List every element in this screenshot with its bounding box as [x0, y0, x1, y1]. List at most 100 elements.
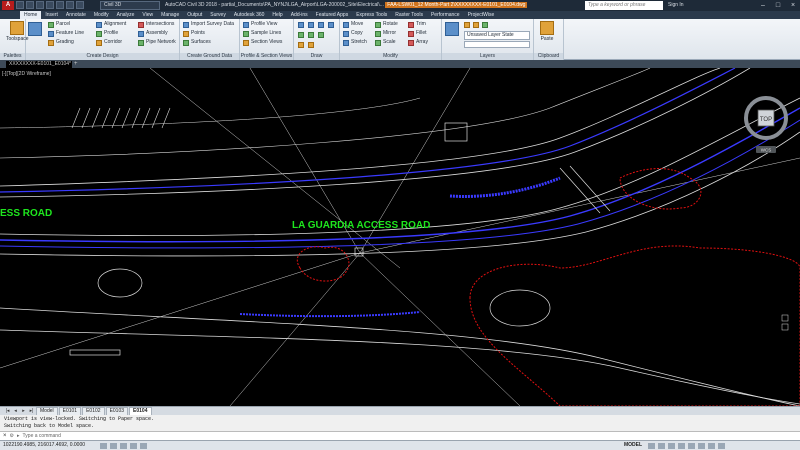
polar-icon[interactable] — [130, 443, 137, 449]
rotate-button[interactable]: Rotate — [375, 21, 398, 28]
grid-icon[interactable] — [100, 443, 107, 449]
rectangle-icon[interactable] — [298, 32, 304, 38]
save-icon[interactable] — [36, 1, 44, 9]
close-icon[interactable]: × — [786, 0, 800, 11]
intersections-button[interactable]: Intersections — [138, 21, 174, 28]
new-icon[interactable] — [16, 1, 24, 9]
tab-express-tools[interactable]: Express Tools — [352, 11, 391, 19]
undo-icon[interactable] — [66, 1, 74, 9]
layer-off-icon[interactable] — [473, 22, 479, 28]
line-icon[interactable] — [298, 22, 304, 28]
model-space-toggle[interactable]: MODEL — [624, 441, 642, 450]
isolate-objects-icon[interactable] — [688, 443, 695, 449]
profile-button[interactable]: Profile — [96, 30, 118, 37]
next-layout-icon[interactable]: ▸ — [20, 408, 27, 415]
tab-modify[interactable]: Modify — [90, 11, 113, 19]
stretch-button[interactable]: Stretch — [343, 39, 367, 46]
tab-featured-apps[interactable]: Featured Apps — [312, 11, 353, 19]
document-tab[interactable]: XXXXXXXX-E0101_E0104* — [6, 61, 72, 68]
copy-button[interactable]: Copy — [343, 30, 363, 37]
sign-in-link[interactable]: Sign In — [668, 0, 684, 11]
new-tab-icon[interactable]: + — [74, 61, 78, 68]
profile-view-button[interactable]: Profile View — [243, 21, 277, 28]
layer-isolate-icon[interactable] — [482, 22, 488, 28]
tab-insert[interactable]: Insert — [41, 11, 62, 19]
tab-help[interactable]: Help — [268, 11, 286, 19]
tab-home[interactable]: Home — [20, 11, 42, 19]
command-settings-icon[interactable]: ⚙ — [10, 433, 14, 439]
create-design-tools-icon[interactable] — [28, 22, 42, 36]
command-line[interactable]: × ⚙ ▸ Type a command — [0, 431, 800, 440]
polyline-icon[interactable] — [308, 22, 314, 28]
clean-screen-icon[interactable] — [708, 443, 715, 449]
workspace-switch-icon[interactable] — [668, 443, 675, 449]
surfaces-button[interactable]: Surfaces — [183, 39, 211, 46]
tab-raster-tools[interactable]: Raster Tools — [391, 11, 427, 19]
corridor-button[interactable]: Corridor — [96, 39, 122, 46]
open-icon[interactable] — [26, 1, 34, 9]
tab-add-ins[interactable]: Add-ins — [287, 11, 312, 19]
array-button[interactable]: Array — [408, 39, 428, 46]
tab-survey[interactable]: Survey — [206, 11, 230, 19]
section-views-button[interactable]: Section Views — [243, 39, 282, 46]
plot-icon[interactable] — [56, 1, 64, 9]
close-command-icon[interactable]: × — [3, 433, 7, 439]
tab-analyze[interactable]: Analyze — [113, 11, 139, 19]
last-layout-icon[interactable]: ▸| — [28, 408, 35, 415]
search-input[interactable]: Type a keyword or phrase — [585, 1, 663, 10]
app-menu-button[interactable]: A — [2, 1, 14, 10]
fillet-button[interactable]: Fillet — [408, 30, 427, 37]
pipe-network-button[interactable]: Pipe Network — [138, 39, 176, 46]
grading-button[interactable]: Grading — [48, 39, 74, 46]
parcel-button[interactable]: Parcel — [48, 21, 70, 28]
viewcube[interactable]: TOP WCS — [742, 96, 790, 156]
tab-autodesk-360[interactable]: Autodesk 360 — [230, 11, 269, 19]
lock-ui-icon[interactable] — [678, 443, 685, 449]
move-button[interactable]: Move — [343, 21, 363, 28]
prev-layout-icon[interactable]: ◂ — [12, 408, 19, 415]
customization-icon[interactable] — [718, 443, 725, 449]
alignment-button[interactable]: Alignment — [96, 21, 126, 28]
ellipse-icon[interactable] — [318, 32, 324, 38]
region-icon[interactable] — [308, 42, 314, 48]
trim-button[interactable]: Trim — [408, 21, 426, 28]
hatch-icon[interactable] — [308, 32, 314, 38]
points-button[interactable]: Points — [183, 30, 205, 37]
drawing-viewport[interactable]: [-][Top][2D Wireframe] ESS ROAD LA GUARD… — [0, 68, 800, 406]
snap-icon[interactable] — [110, 443, 117, 449]
osnap-icon[interactable] — [140, 443, 147, 449]
tab-projectwise[interactable]: ProjectWise — [464, 11, 499, 19]
first-layout-icon[interactable]: |◂ — [4, 408, 11, 415]
spline-icon[interactable] — [298, 42, 304, 48]
layer-properties-icon[interactable] — [445, 22, 459, 36]
save-as-icon[interactable] — [46, 1, 54, 9]
sample-lines-button[interactable]: Sample Lines — [243, 30, 281, 37]
viewport-label[interactable]: [-][Top][2D Wireframe] — [2, 71, 51, 77]
arc-icon[interactable] — [328, 22, 334, 28]
assembly-button[interactable]: Assembly — [138, 30, 168, 37]
maximize-icon[interactable]: □ — [771, 0, 785, 11]
tab-output[interactable]: Output — [183, 11, 206, 19]
redo-icon[interactable] — [76, 1, 84, 9]
import-survey-data-button[interactable]: Import Survey Data — [183, 21, 234, 28]
scale-button[interactable]: Scale — [375, 39, 396, 46]
layer-select[interactable] — [464, 41, 530, 48]
circle-icon[interactable] — [318, 22, 324, 28]
coordinates-readout[interactable]: 1022190.4985, 216017.4692, 0.0000 — [3, 441, 85, 450]
mirror-button[interactable]: Mirror — [375, 30, 396, 37]
feature-line-button[interactable]: Feature Line — [48, 30, 84, 37]
ortho-icon[interactable] — [120, 443, 127, 449]
command-input[interactable]: Type a command — [23, 433, 61, 439]
tab-annotate[interactable]: Annotate — [62, 11, 90, 19]
minimize-icon[interactable]: – — [756, 0, 770, 11]
hardware-acceleration-icon[interactable] — [698, 443, 705, 449]
tab-manage[interactable]: Manage — [157, 11, 183, 19]
workspace-select[interactable]: Civil 3D — [100, 1, 160, 10]
annotation-visibility-icon[interactable] — [658, 443, 665, 449]
layer-state-select[interactable]: Unsaved Layer State — [464, 31, 530, 40]
annotation-scale-icon[interactable] — [648, 443, 655, 449]
layer-freeze-icon[interactable] — [464, 22, 470, 28]
paste-button[interactable]: Paste — [540, 21, 554, 43]
tab-view[interactable]: View — [138, 11, 157, 19]
tab-performance[interactable]: Performance — [427, 11, 464, 19]
